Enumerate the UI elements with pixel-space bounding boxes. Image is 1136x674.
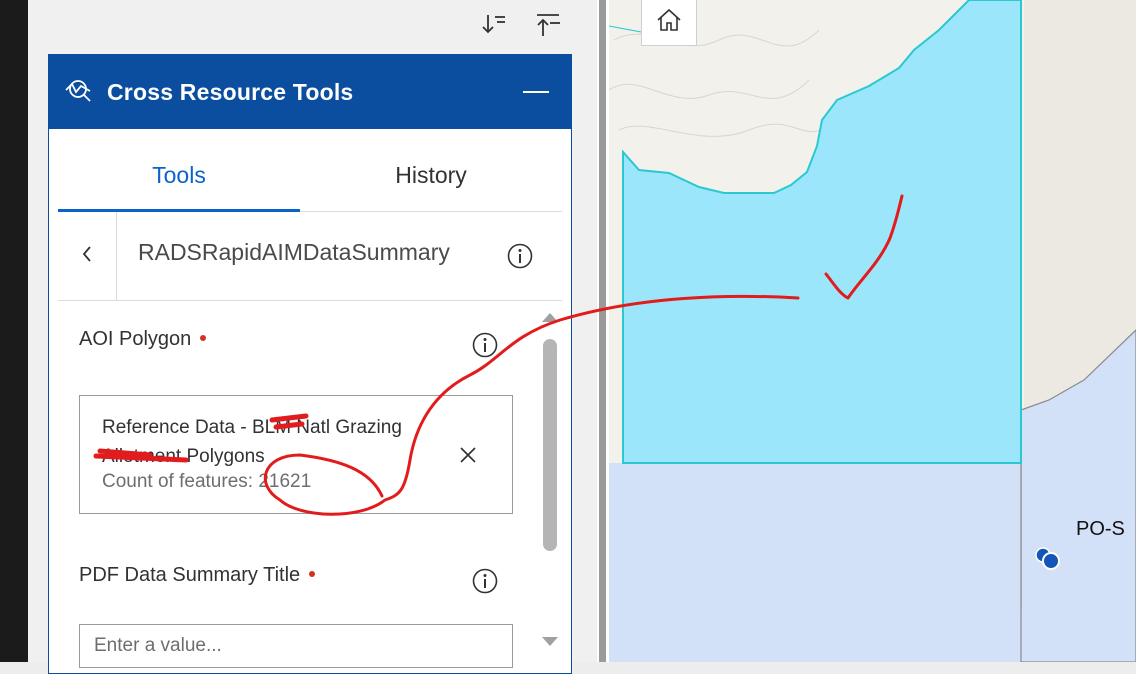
cross-resource-tools-widget: Cross Resource Tools Tools History RADSR… [48,54,572,674]
expand-all-icon[interactable] [478,10,508,40]
tool-header: RADSRapidAIMDataSummary [58,212,562,301]
panel-splitter[interactable] [597,0,609,662]
cross-resource-tools-icon [63,76,93,109]
aoi-selected-layer: Reference Data - BLM Natl Grazing Allotm… [79,395,513,514]
close-icon[interactable] [458,445,478,465]
chevron-left-icon [80,244,94,269]
map-view[interactable] [609,0,1136,662]
home-icon [655,7,683,38]
tab-bar: Tools History [58,139,562,212]
aoi-feature-count: Count of features: 21621 [102,471,312,492]
tool-name: RADSRapidAIMDataSummary [138,239,450,265]
widget-title: Cross Resource Tools [107,78,354,105]
widget-header: Cross Resource Tools [49,55,571,129]
collapse-widget-button[interactable] [523,81,549,103]
app-left-edge [0,0,28,662]
back-button[interactable] [58,212,117,300]
aoi-info-icon[interactable] [471,331,499,359]
map-feature-label: PO-S [1076,518,1125,540]
aoi-polygon-label-text: AOI Polygon [79,328,192,350]
required-indicator [309,571,316,577]
aoi-layer-name: Reference Data - BLM Natl Grazing Allotm… [102,417,402,467]
aoi-polygon-label: AOI Polygon [79,328,207,351]
pdf-title-input[interactable] [79,624,513,668]
scroll-down-arrow[interactable] [542,637,558,646]
scroll-thumb[interactable] [543,339,557,551]
tool-info-icon[interactable] [506,242,534,270]
tab-history[interactable]: History [310,139,552,211]
lower-region [609,463,1021,662]
collapse-all-icon[interactable] [533,10,563,40]
tab-tools[interactable]: Tools [58,139,300,212]
pdf-title-info-icon[interactable] [471,567,499,595]
pdf-title-label-text: PDF Data Summary Title [79,564,301,586]
splitter-handle[interactable] [599,0,606,662]
required-indicator [200,335,207,341]
form-scrollbar[interactable] [539,313,561,653]
pdf-title-label: PDF Data Summary Title [79,564,316,587]
map-home-button[interactable] [641,0,697,46]
scroll-up-arrow[interactable] [542,313,558,322]
